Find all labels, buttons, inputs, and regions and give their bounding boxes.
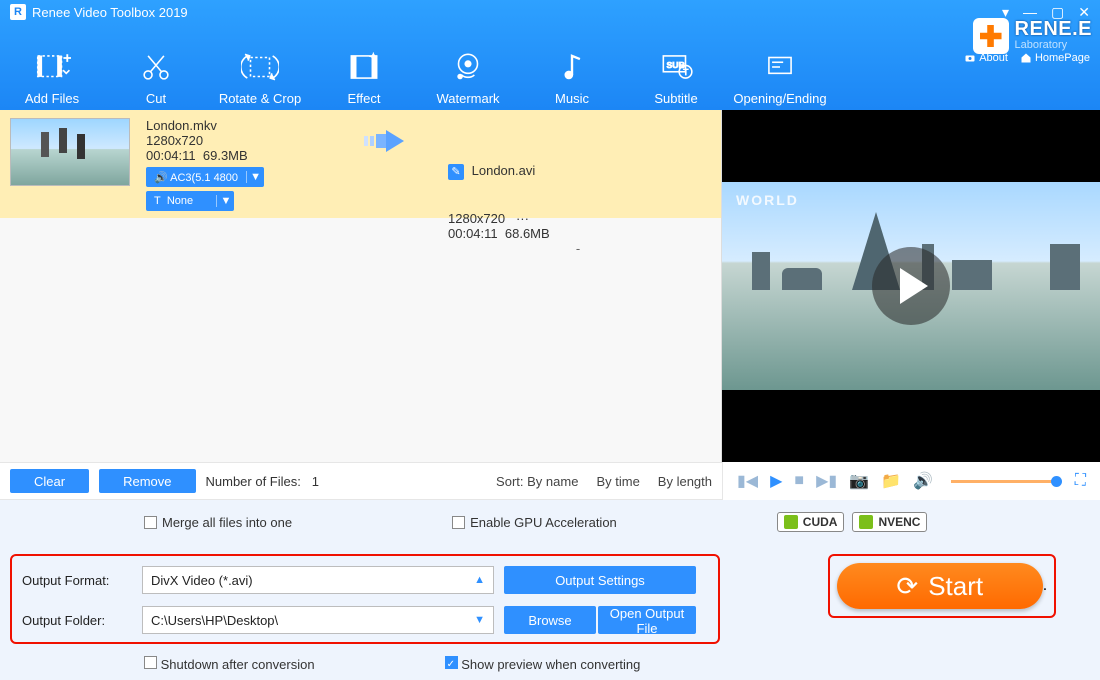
chevron-up-icon: ▲ (474, 574, 485, 586)
music-icon (553, 48, 591, 86)
dst-dur-size: 00:04:11 68.6MB (448, 226, 708, 241)
edit-icon[interactable]: ✎ (448, 164, 464, 180)
watermark-icon (449, 48, 487, 86)
tool-subtitle[interactable]: SUBT Subtitle (624, 47, 728, 106)
tool-rotate-crop[interactable]: Rotate & Crop (208, 47, 312, 106)
chip-row: 🔊 AC3(5.1 4800 ▼ T None ▼ (146, 163, 356, 211)
play-button[interactable] (872, 247, 950, 325)
brand-links: About HomePage (964, 52, 1090, 64)
file-row[interactable]: London.mkv 1280x720 00:04:11 69.3MB 🔊 AC… (0, 110, 721, 218)
crop-icon (241, 48, 279, 86)
bottom-checks: Shutdown after conversion Show preview w… (144, 656, 640, 672)
gpu-checkbox[interactable]: Enable GPU Acceleration (452, 515, 617, 530)
snapshot-icon[interactable]: 📷 (849, 471, 869, 491)
arrow-icon (362, 126, 410, 156)
subtitle-icon: SUBT (657, 48, 695, 86)
bottom-panel: Merge all files into one Enable GPU Acce… (0, 500, 1100, 680)
chevron-down-icon: ▼ (474, 614, 485, 626)
refresh-icon: ⟳ (896, 571, 918, 602)
player-controls: ▮◀ ▶ ■ ▶▮ 📷 📁 🔊 ⛶ (722, 462, 1100, 500)
subtitle-chip[interactable]: T None ▼ (146, 191, 234, 211)
sort-by-time[interactable]: By time (596, 474, 639, 489)
clear-button[interactable]: Clear (10, 469, 89, 493)
file-list: London.mkv 1280x720 00:04:11 69.3MB 🔊 AC… (0, 110, 722, 462)
add-files-icon: + (33, 48, 71, 86)
main-area: London.mkv 1280x720 00:04:11 69.3MB 🔊 AC… (0, 110, 1100, 462)
output-format-select[interactable]: DivX Video (*.avi) ▲ (142, 566, 494, 594)
camera-icon (964, 52, 976, 64)
svg-text:T: T (683, 67, 689, 77)
sort-label: Sort: By name (496, 474, 578, 489)
top-checks: Merge all files into one Enable GPU Acce… (144, 512, 1086, 532)
start-button[interactable]: ⟳ Start (837, 563, 1043, 609)
controls-row: Clear Remove Number of Files: 1 Sort: By… (0, 462, 1100, 500)
nvenc-badge: NVENC (852, 512, 927, 532)
brand-cross-icon (973, 18, 1009, 54)
title-bar: R Renee Video Toolbox 2019 (0, 0, 1100, 22)
open-output-button[interactable]: Open Output File (598, 606, 696, 634)
dst-resolution: 1280x720 ··· (448, 211, 708, 226)
start-highlight-box: ⟳ Start . (828, 554, 1056, 618)
output-settings-button[interactable]: Output Settings (504, 566, 696, 594)
brand-logo: RENE.E Laboratory (973, 18, 1092, 54)
src-dur-size: 00:04:11 69.3MB (146, 148, 356, 163)
film-icon: ✦ (345, 48, 383, 86)
app-header: R Renee Video Toolbox 2019 ▾ — ▢ ✕ RENE.… (0, 0, 1100, 110)
file-count-label: Number of Files: 1 (206, 474, 319, 489)
list-actions: Clear Remove Number of Files: 1 Sort: By… (0, 462, 722, 500)
remove-button[interactable]: Remove (99, 469, 195, 493)
about-link[interactable]: About (964, 52, 1008, 64)
scissors-icon (137, 48, 175, 86)
svg-text:SUB: SUB (667, 60, 685, 70)
dst-placeholder: - (448, 241, 708, 256)
src-filename: London.mkv (146, 118, 356, 133)
homepage-link[interactable]: HomePage (1020, 52, 1090, 64)
preview-watermark: WORLD (736, 192, 799, 208)
output-folder-label: Output Folder: (22, 613, 132, 628)
tool-cut[interactable]: Cut (104, 47, 208, 106)
fullscreen-icon[interactable]: ⛶ (1075, 472, 1086, 490)
output-folder-select[interactable]: C:\Users\HP\Desktop\ ▼ (142, 606, 494, 634)
browse-button[interactable]: Browse (504, 606, 596, 634)
play-icon[interactable]: ▶ (770, 471, 782, 491)
volume-slider[interactable] (951, 480, 1057, 483)
volume-icon[interactable]: 🔊 (913, 471, 933, 491)
chevron-down-icon[interactable]: ▼ (216, 195, 234, 207)
output-format-row: Output Format: DivX Video (*.avi) ▲ Outp… (22, 566, 708, 594)
next-icon[interactable]: ▶▮ (816, 471, 837, 491)
svg-text:+: + (63, 50, 71, 66)
merge-checkbox[interactable]: Merge all files into one (144, 515, 292, 530)
output-highlight-box: Output Format: DivX Video (*.avi) ▲ Outp… (10, 554, 720, 644)
show-preview-checkbox[interactable]: Show preview when converting (445, 656, 641, 672)
sort-links: Sort: By name By time By length (496, 474, 712, 489)
app-title: Renee Video Toolbox 2019 (32, 5, 188, 20)
prev-icon[interactable]: ▮◀ (737, 471, 758, 491)
audio-codec-chip[interactable]: 🔊 AC3(5.1 4800 ▼ (146, 167, 264, 187)
tool-opening-ending[interactable]: Opening/Ending (728, 47, 832, 106)
stop-icon[interactable]: ■ (794, 472, 804, 490)
app-icon: R (10, 4, 26, 20)
chevron-down-icon[interactable]: ▼ (246, 171, 264, 183)
shutdown-checkbox[interactable]: Shutdown after conversion (144, 656, 315, 672)
output-folder-row: Output Folder: C:\Users\HP\Desktop\ ▼ Br… (22, 606, 708, 634)
sort-by-length[interactable]: By length (658, 474, 712, 489)
main-toolbar: + Add Files Cut Rotate & Crop ✦ Effect W… (0, 47, 832, 106)
preview-pane: WORLD (722, 110, 1100, 462)
file-thumbnail (10, 118, 130, 186)
home-icon (1020, 52, 1032, 64)
tool-music[interactable]: Music (520, 47, 624, 106)
tool-watermark[interactable]: Watermark (416, 47, 520, 106)
output-format-label: Output Format: (22, 573, 132, 588)
cuda-badge: CUDA (777, 512, 845, 532)
tool-effect[interactable]: ✦ Effect (312, 47, 416, 106)
svg-text:✦: ✦ (369, 52, 378, 64)
dst-filename: ✎ London.avi (448, 163, 708, 211)
folder-icon[interactable]: 📁 (881, 471, 901, 491)
tool-add-files[interactable]: + Add Files (0, 47, 104, 106)
brand-name: RENE.E (1015, 18, 1092, 41)
opening-icon (761, 48, 799, 86)
src-resolution: 1280x720 (146, 133, 356, 148)
